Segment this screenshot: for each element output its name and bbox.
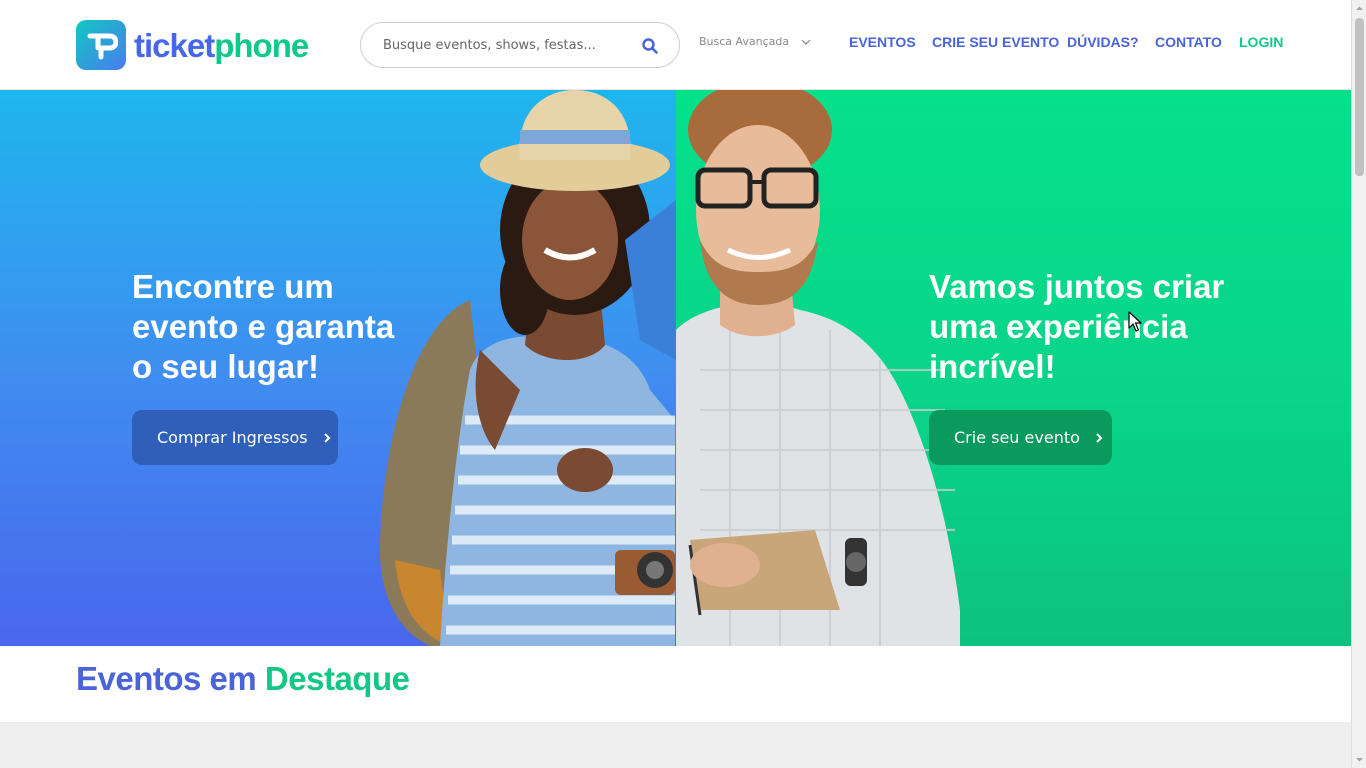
featured-events-section bbox=[0, 722, 1351, 768]
featured-heading-part1: Eventos em bbox=[76, 660, 257, 697]
advanced-search-toggle[interactable]: Busca Avançada bbox=[699, 35, 811, 48]
hero-right-title-line: Vamos juntos criar bbox=[929, 268, 1225, 305]
nav-eventos[interactable]: EVENTOS bbox=[849, 34, 916, 50]
hero-left-title: Encontre um evento e garanta o seu lugar… bbox=[132, 267, 394, 387]
hero-left-title-line: evento e garanta bbox=[132, 308, 395, 345]
featured-events-heading: Eventos em Destaque bbox=[76, 660, 410, 698]
chevron-down-icon bbox=[801, 39, 811, 45]
buy-tickets-label: Comprar Ingressos bbox=[157, 428, 308, 447]
scroll-down-arrow-icon[interactable] bbox=[1355, 755, 1364, 764]
scrollbar-thumb[interactable] bbox=[1355, 18, 1364, 176]
site-header: ticketphone Busca Avançada EVENTOS CRIE … bbox=[0, 0, 1351, 90]
featured-heading-part2: Destaque bbox=[264, 660, 410, 697]
hero-left-title-line: Encontre um bbox=[132, 268, 334, 305]
nav-crie-seu-evento[interactable]: CRIE SEU EVENTO bbox=[932, 34, 1059, 50]
search-input[interactable] bbox=[381, 34, 631, 56]
create-event-button[interactable]: Crie seu evento bbox=[929, 410, 1112, 465]
logo-text-phone: phone bbox=[214, 26, 309, 64]
create-event-label: Crie seu evento bbox=[954, 428, 1080, 447]
hero-right-title: Vamos juntos criar uma experiência incrí… bbox=[929, 267, 1224, 387]
nav-login[interactable]: LOGIN bbox=[1239, 34, 1283, 50]
scroll-up-arrow-icon[interactable] bbox=[1355, 4, 1364, 13]
search-box bbox=[360, 22, 680, 68]
nav-contato[interactable]: CONTATO bbox=[1155, 34, 1222, 50]
hero-right-title-line: uma experiência bbox=[929, 308, 1188, 345]
search-icon[interactable] bbox=[641, 37, 659, 55]
ticketphone-logo[interactable]: ticketphone bbox=[76, 20, 309, 70]
page-scrollbar[interactable] bbox=[1351, 0, 1366, 768]
chevron-right-icon bbox=[323, 432, 331, 443]
hero-right-title-line: incrível! bbox=[929, 348, 1056, 385]
buy-tickets-button[interactable]: Comprar Ingressos bbox=[132, 410, 338, 465]
logo-mark-icon bbox=[76, 20, 126, 70]
hero-left-title-line: o seu lugar! bbox=[132, 348, 320, 385]
advanced-search-label: Busca Avançada bbox=[699, 35, 790, 48]
logo-text-ticket: ticket bbox=[134, 26, 215, 64]
chevron-right-icon bbox=[1096, 432, 1103, 443]
hero-banner: Encontre um evento e garanta o seu lugar… bbox=[0, 90, 1351, 646]
nav-duvidas[interactable]: DÚVIDAS? bbox=[1067, 34, 1139, 50]
logo-text: ticketphone bbox=[134, 26, 309, 64]
mouse-cursor-icon bbox=[1128, 311, 1142, 332]
